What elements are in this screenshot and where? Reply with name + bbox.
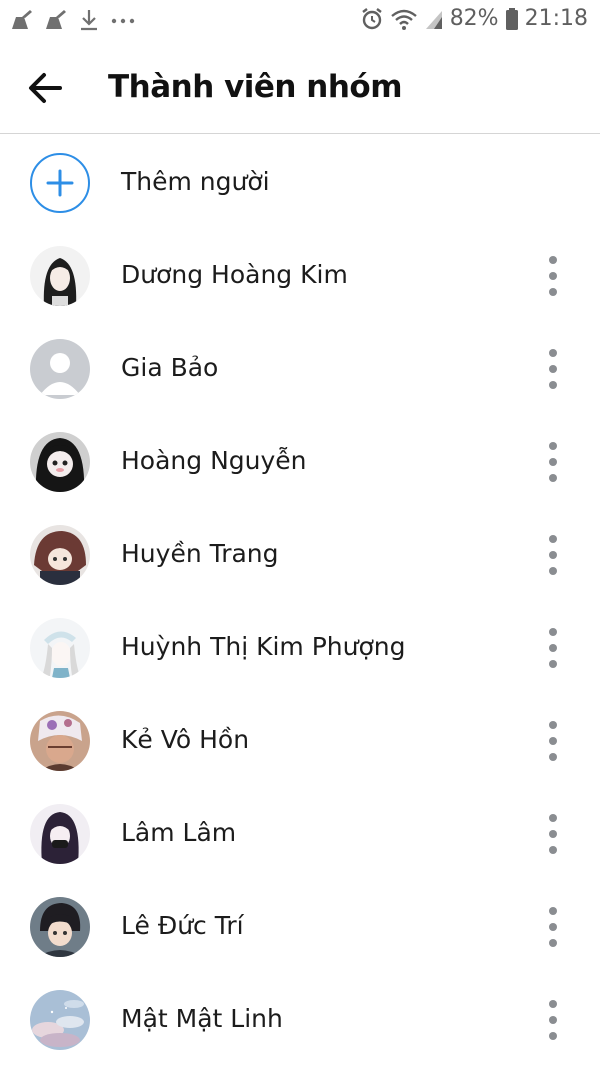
more-options-icon[interactable]: [538, 345, 568, 393]
more-options-icon[interactable]: [538, 717, 568, 765]
member-row[interactable]: Mật Mật Linh: [0, 974, 600, 1067]
battery-icon: [505, 7, 518, 30]
avatar: [30, 897, 90, 957]
avatar: [30, 246, 90, 306]
member-row[interactable]: Kẻ Vô Hồn: [0, 695, 600, 788]
member-row[interactable]: Huỳnh Thị Kim Phượng: [0, 602, 600, 695]
alarm-icon: [361, 7, 382, 29]
member-name: Lâm Lâm: [121, 818, 237, 847]
avatar: [30, 432, 90, 492]
member-row[interactable]: Hoàng Nguyễn: [0, 416, 600, 509]
member-row[interactable]: Dương Hoàng Kim: [0, 230, 600, 323]
avatar: [30, 339, 90, 399]
add-person-circle: [30, 153, 90, 213]
member-name: Gia Bảo: [121, 353, 219, 382]
more-options-icon[interactable]: [538, 252, 568, 300]
add-person-label: Thêm người: [121, 167, 270, 196]
more-options-icon[interactable]: [538, 903, 568, 951]
signal-icon: [425, 10, 442, 29]
more-options-icon[interactable]: [538, 438, 568, 486]
member-name: Huyền Trang: [121, 539, 279, 568]
default-profile-icon: [30, 339, 90, 399]
sweep-icon: [46, 10, 66, 29]
member-row[interactable]: Huyền Trang: [0, 509, 600, 602]
download-icon: [81, 10, 97, 31]
member-name: Dương Hoàng Kim: [121, 260, 348, 289]
more-options-icon[interactable]: [538, 996, 568, 1044]
status-left-icons: [10, 8, 136, 32]
clock: 21:18: [524, 6, 588, 31]
battery-percent: 82%: [449, 6, 499, 31]
status-right: 82% 21:18: [360, 6, 588, 31]
more-options-icon[interactable]: [538, 531, 568, 579]
wifi-icon: [390, 9, 417, 30]
member-name: Lê Đức Trí: [121, 911, 244, 940]
plus-icon: [46, 169, 74, 197]
app-header: Thành viên nhóm: [0, 42, 600, 134]
status-bar: 82% 21:18: [0, 0, 600, 42]
member-name: Huỳnh Thị Kim Phượng: [121, 632, 406, 661]
page-title: Thành viên nhóm: [108, 69, 403, 105]
member-row[interactable]: Gia Bảo: [0, 323, 600, 416]
avatar: [30, 804, 90, 864]
more-notifications-icon: [111, 18, 135, 24]
sweep-icon: [12, 10, 32, 29]
back-button[interactable]: [22, 66, 70, 110]
avatar: [30, 711, 90, 771]
more-options-icon[interactable]: [538, 624, 568, 672]
member-name: Kẻ Vô Hồn: [121, 725, 250, 754]
member-name: Hoàng Nguyễn: [121, 446, 307, 475]
member-name: Mật Mật Linh: [121, 1004, 283, 1033]
arrow-left-icon: [29, 73, 62, 103]
avatar: [30, 618, 90, 678]
more-options-icon[interactable]: [538, 810, 568, 858]
avatar: [30, 990, 90, 1050]
add-person-button[interactable]: Thêm người: [0, 137, 600, 230]
avatar: [30, 525, 90, 585]
member-row[interactable]: Lê Đức Trí: [0, 881, 600, 974]
member-row[interactable]: Lâm Lâm: [0, 788, 600, 881]
